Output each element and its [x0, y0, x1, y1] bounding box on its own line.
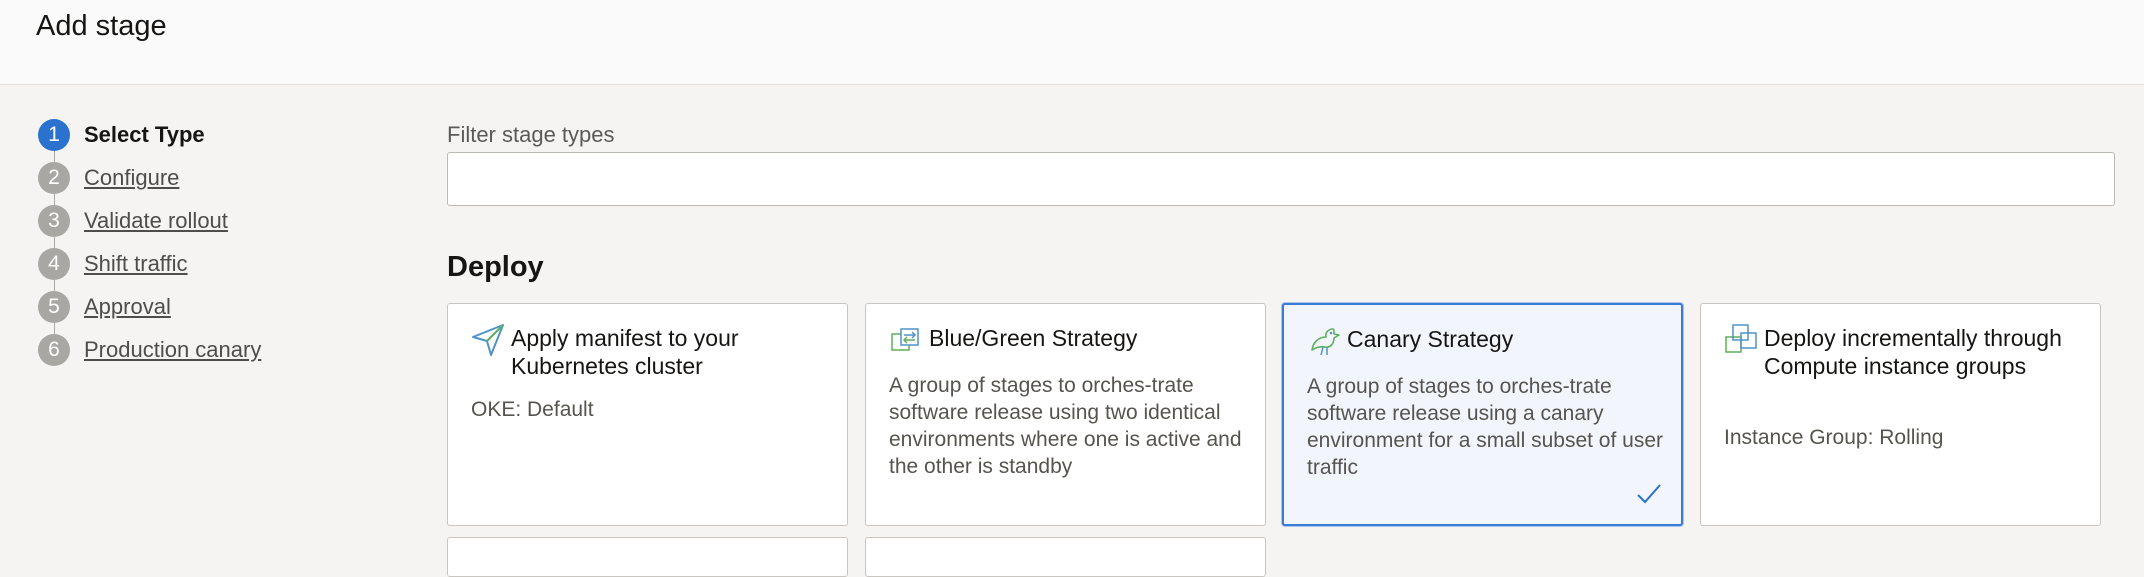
- page-header: Add stage: [0, 0, 2144, 85]
- step-number-badge: 6: [38, 334, 70, 366]
- card-description: A group of stages to orches-trate softwa…: [889, 374, 1242, 478]
- canary-bird-icon: [1311, 328, 1340, 356]
- card-partial[interactable]: [447, 537, 848, 577]
- step-label: Configure: [84, 165, 180, 190]
- card-canary-strategy[interactable]: Canary Strategy A group of stages to orc…: [1282, 303, 1683, 526]
- step-label: Approval: [84, 294, 171, 319]
- card-apply-manifest[interactable]: Apply manifest to your Kubernetes cluste…: [447, 303, 848, 526]
- card-description: OKE: Default: [471, 398, 594, 421]
- card-description: Instance Group: Rolling: [1724, 426, 1944, 449]
- step-number-badge: 1: [38, 119, 70, 151]
- instance-groups-icon: [1725, 324, 1757, 353]
- card-title: Deploy incrementally through Compute ins…: [1764, 325, 2062, 379]
- section-title-deploy: Deploy: [447, 251, 544, 283]
- paper-plane-icon: [472, 324, 504, 356]
- page-title: Add stage: [36, 10, 167, 42]
- step-configure[interactable]: 2 Configure: [38, 162, 358, 196]
- swap-arrows-icon: [891, 328, 919, 351]
- card-blue-green-strategy[interactable]: Blue/Green Strategy A group of stages to…: [865, 303, 1266, 526]
- step-number-badge: 2: [38, 162, 70, 194]
- filter-stage-types-input[interactable]: [447, 152, 2115, 206]
- step-approval[interactable]: 5 Approval: [38, 291, 358, 325]
- step-select-type[interactable]: 1 Select Type: [38, 119, 358, 153]
- step-validate-rollout[interactable]: 3 Validate rollout: [38, 205, 358, 239]
- step-number-badge: 5: [38, 291, 70, 323]
- card-deploy-instance-groups[interactable]: Deploy incrementally through Compute ins…: [1700, 303, 2101, 526]
- step-label: Select Type: [84, 122, 205, 147]
- step-shift-traffic[interactable]: 4 Shift traffic: [38, 248, 358, 282]
- card-title: Blue/Green Strategy: [929, 325, 1138, 351]
- card-title: Canary Strategy: [1347, 326, 1514, 352]
- filter-label: Filter stage types: [447, 122, 615, 147]
- card-partial[interactable]: [865, 537, 1266, 577]
- card-description: A group of stages to orches-trate softwa…: [1307, 375, 1663, 479]
- checkmark-icon: [1637, 484, 1661, 504]
- step-number-badge: 3: [38, 205, 70, 237]
- step-production-canary[interactable]: 6 Production canary: [38, 334, 358, 368]
- step-number-badge: 4: [38, 248, 70, 280]
- step-label: Validate rollout: [84, 208, 228, 233]
- step-label: Production canary: [84, 337, 262, 362]
- card-title: Apply manifest to your Kubernetes cluste…: [511, 325, 739, 379]
- step-label: Shift traffic: [84, 251, 188, 276]
